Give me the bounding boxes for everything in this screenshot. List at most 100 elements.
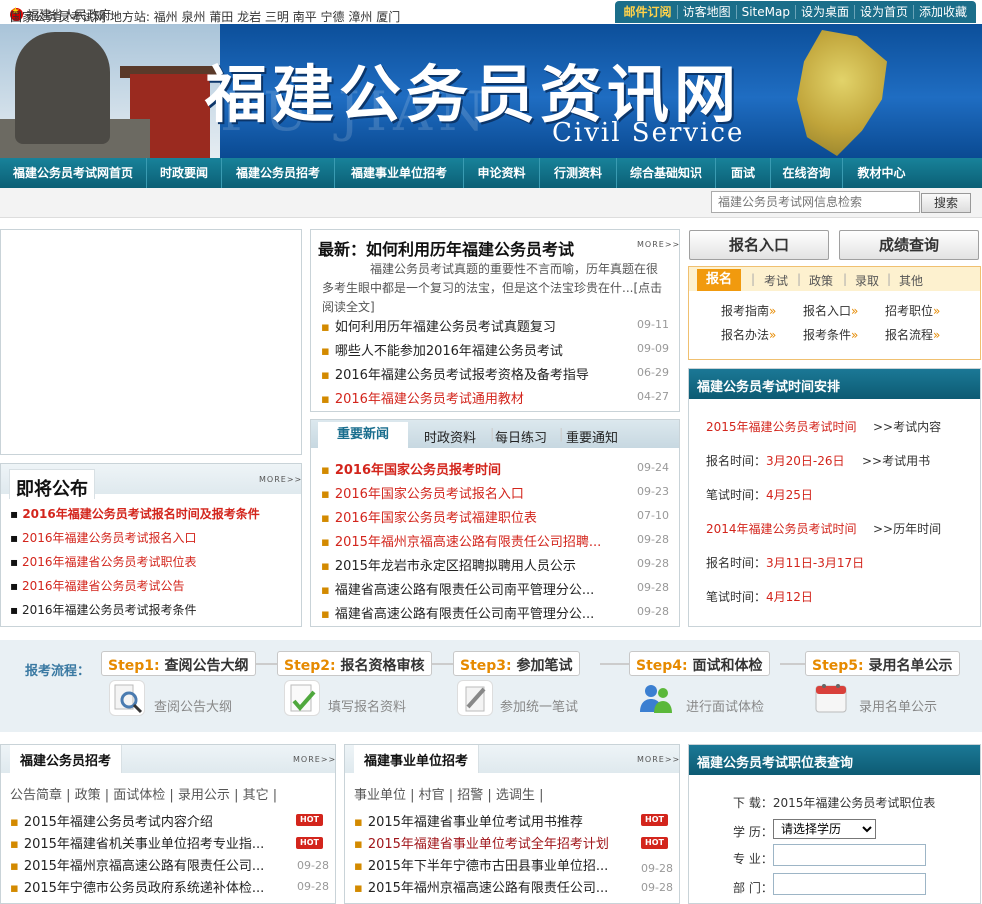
major-field[interactable]	[773, 844, 926, 866]
nav-politics[interactable]: 时政要闻	[147, 158, 222, 188]
item-date: 09-28	[297, 859, 329, 872]
dept-label: 部 门：	[733, 881, 773, 895]
list-item[interactable]: ▪ 2015年福建省事业单位考试用书推荐	[354, 811, 583, 830]
tab-daily-practice[interactable]: 每日练习	[495, 427, 547, 446]
subscribe-link[interactable]: 邮件订阅	[619, 5, 678, 19]
reg-link-conditions[interactable]: 报考条件»	[803, 326, 858, 343]
list-item[interactable]: ▪ 2016年福建省公务员考试公告	[10, 577, 185, 594]
step-1[interactable]: Step1: 查阅公告大纲	[101, 651, 256, 676]
list-item[interactable]: ▪ 2015年龙岩市永定区招聘拟聘用人员公示	[321, 555, 576, 574]
list-item[interactable]: ▪ 2015年福建公务员考试内容介绍	[10, 811, 213, 830]
item-date: 07-10	[637, 509, 669, 522]
item-date: 09-28	[637, 581, 669, 594]
nav-textbooks[interactable]: 教材中心	[843, 158, 920, 188]
list-item[interactable]: ▪ 哪些人不能参加2016年福建公务员考试	[321, 340, 563, 359]
nav-home[interactable]: 福建公务员考试网首页	[0, 158, 147, 188]
list-item[interactable]: ▪ 2016年福建公务员考试报考条件	[10, 601, 197, 618]
schedule-title: 福建公务员考试时间安排	[689, 369, 980, 399]
nav-interview[interactable]: 面试	[716, 158, 771, 188]
step-5[interactable]: Step5: 录用名单公示	[805, 651, 960, 676]
list-item[interactable]: ▪ 2016年福建公务员考试报名时间及报考条件	[10, 505, 260, 522]
education-select[interactable]: 请选择学历	[773, 819, 876, 839]
list-item[interactable]: ▪ 2016年福建公务员考试报名入口	[10, 529, 197, 546]
hot-badge: HOT	[641, 814, 668, 826]
list-item[interactable]: ▪ 2016年福建公务员考试通用教材	[321, 388, 524, 407]
slideshow-box[interactable]	[0, 229, 302, 455]
list-item[interactable]: ▪ 2016年福建省公务员考试职位表	[10, 553, 197, 570]
step-3[interactable]: Step3: 参加笔试	[453, 651, 580, 676]
search-button[interactable]: 搜索	[921, 193, 971, 213]
tab-other[interactable]: 其他	[899, 272, 923, 289]
headline-summary[interactable]: 福建公务员考试真题的重要性不言而喻，历年真题在很多考生眼中都是一个复习的法宝，但…	[322, 260, 667, 317]
item-date: 09-28	[637, 557, 669, 570]
tab-important-news[interactable]: 重要新闻	[318, 422, 408, 448]
reg-link-method[interactable]: 报名办法»	[721, 326, 776, 343]
recruit-more[interactable]: MORE>>	[293, 755, 336, 764]
list-item[interactable]: ▪ 2016年福建公务员考试报考资格及备考指导	[321, 364, 589, 383]
list-item[interactable]: ▪ 2015年福州京福高速公路有限责任公司...	[10, 855, 264, 874]
visitor-map-link[interactable]: 访客地图	[678, 5, 737, 19]
tab-register[interactable]: 报名	[697, 269, 741, 291]
banner: FU JIAN 福建公务员资讯网 Civil Service	[0, 24, 982, 158]
shiye-subnav[interactable]: 事业单位 | 村官 | 招警 | 选调生 |	[354, 784, 543, 803]
hot-badge: HOT	[296, 814, 323, 826]
nav-civil-recruit[interactable]: 福建公务员招考	[222, 158, 335, 188]
schedule-link-history[interactable]: >>历年时间	[873, 520, 941, 537]
list-item[interactable]: ▪ 2015年福建省机关事业单位招考专业指...	[10, 833, 264, 852]
tab-exam[interactable]: 考试	[764, 272, 788, 289]
list-item[interactable]: ▪ 2016年国家公务员考试报名入口	[321, 483, 524, 502]
reg-link-entry[interactable]: 报名入口»	[803, 302, 858, 319]
schedule-link-content[interactable]: >>考试内容	[873, 418, 941, 435]
list-item[interactable]: ▪ 2016年国家公务员考试福建职位表	[321, 507, 537, 526]
reg-link-process[interactable]: 报名流程»	[885, 326, 940, 343]
set-homepage-link[interactable]: 设为首页	[855, 5, 914, 19]
coming-soon-more[interactable]: MORE>>	[259, 475, 302, 484]
nav-shiye-recruit[interactable]: 福建事业单位招考	[335, 158, 464, 188]
latest-news-more[interactable]: MORE>>	[637, 240, 680, 249]
shiye-more[interactable]: MORE>>	[637, 755, 680, 764]
schedule-link-books[interactable]: >>考试用书	[862, 452, 930, 469]
download-row[interactable]: 下 载：2015年福建公务员考试职位表	[733, 794, 935, 811]
step-1-label: 查阅公告大纲	[154, 700, 233, 715]
schedule-2014-title[interactable]: 2014年福建公务员考试时间	[706, 520, 857, 537]
set-desktop-link[interactable]: 设为桌面	[796, 5, 855, 19]
list-item[interactable]: ▪ 2016年国家公务员报考时间	[321, 459, 501, 478]
headline[interactable]: 最新：如何利用历年福建公务员考试	[318, 236, 638, 260]
list-item[interactable]: ▪ 2015年宁德市公务员政府系统递补体检...	[10, 877, 264, 896]
add-favorite-link[interactable]: 添加收藏	[914, 5, 972, 19]
process-label: 报考流程：	[25, 664, 91, 679]
step-4-label: 进行面试体检	[686, 700, 765, 715]
magnifier-icon	[109, 680, 145, 716]
nav-consult[interactable]: 在线咨询	[771, 158, 843, 188]
list-item[interactable]: ▪ 2015年福州京福高速公路有限责任公司招聘...	[321, 531, 601, 550]
recruit-title[interactable]: 福建公务员招考	[10, 745, 123, 773]
register-entry-button[interactable]: 报名入口	[689, 230, 829, 260]
reg-link-positions[interactable]: 招考职位»	[885, 302, 940, 319]
shiye-title[interactable]: 福建事业单位招考	[354, 745, 480, 773]
schedule-2015-title[interactable]: 2015年福建公务员考试时间	[706, 418, 857, 435]
tab-politics-data[interactable]: 时政资料	[424, 427, 476, 446]
step-4[interactable]: Step4: 面试和体检	[629, 651, 770, 676]
list-item[interactable]: ▪ 福建省高速公路有限责任公司南平管理分公...	[321, 603, 594, 622]
list-item[interactable]: ▪ 2015年福州京福高速公路有限责任公司...	[354, 877, 608, 896]
score-query-button[interactable]: 成绩查询	[839, 230, 979, 260]
nav-xingce[interactable]: 行测资料	[540, 158, 617, 188]
list-item[interactable]: ▪ 2015年福建省事业单位考试全年招考计划	[354, 833, 609, 852]
reg-link-guide[interactable]: 报考指南»	[721, 302, 776, 319]
department-field[interactable]	[773, 873, 926, 895]
main-nav: 福建公务员考试网首页 时政要闻 福建公务员招考 福建事业单位招考 申论资料 行测…	[0, 158, 982, 188]
step-2[interactable]: Step2: 报名资格审核	[277, 651, 432, 676]
station-links[interactable]: 国家公务员考试网 地方站: 福州 泉州 莆田 龙岩 三明 南平 宁德 漳州 厦门	[10, 8, 400, 25]
recruit-subnav[interactable]: 公告简章 | 政策 | 面试体检 | 录用公示 | 其它 |	[10, 784, 277, 803]
nav-basic-knowledge[interactable]: 综合基础知识	[617, 158, 716, 188]
list-item[interactable]: ▪ 2015年下半年宁德市古田县事业单位招...	[354, 855, 608, 874]
search-input[interactable]	[711, 191, 920, 213]
tab-policy[interactable]: 政策	[809, 272, 833, 289]
major-label: 专 业：	[733, 852, 773, 866]
sitemap-link[interactable]: SiteMap	[737, 5, 796, 19]
tab-admission[interactable]: 录取	[855, 272, 879, 289]
nav-shenlun[interactable]: 申论资料	[464, 158, 540, 188]
list-item[interactable]: ▪ 福建省高速公路有限责任公司南平管理分公...	[321, 579, 594, 598]
tab-notices[interactable]: 重要通知	[566, 427, 618, 446]
list-item[interactable]: ▪ 如何利用历年福建公务员考试真题复习	[321, 316, 556, 335]
